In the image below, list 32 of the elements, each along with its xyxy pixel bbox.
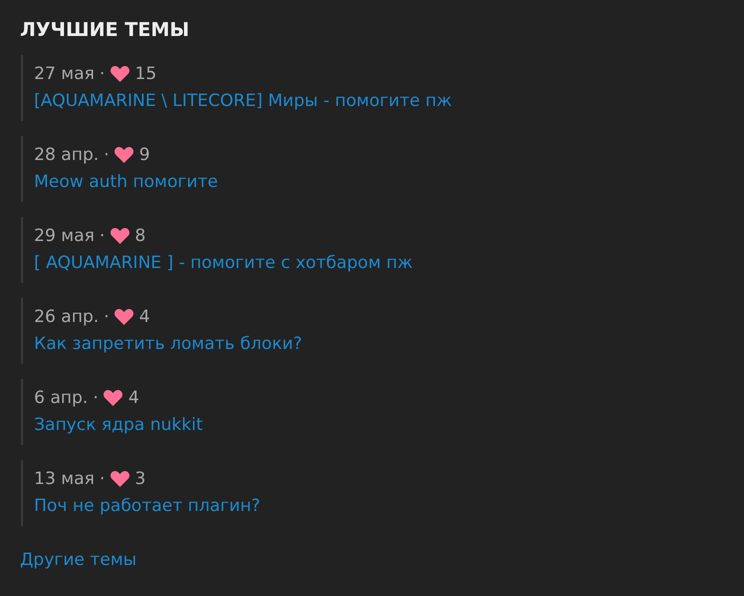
topic-link[interactable]: [AQUAMARINE \ LITECORE] Миры - помогите пж	[34, 87, 452, 115]
heart-icon	[110, 65, 130, 83]
section-title: ЛУЧШИЕ ТЕМЫ	[20, 18, 190, 43]
topic-date: 13 мая	[34, 468, 95, 491]
topic-date: 27 мая	[34, 63, 95, 86]
separator-dot: ·	[104, 306, 110, 329]
topic-link[interactable]: Meow auth помогите	[34, 168, 218, 196]
topic-link[interactable]: Как запретить ломать блоки?	[34, 330, 302, 358]
heart-icon	[103, 389, 124, 407]
heart-icon	[110, 227, 130, 245]
heart-icon	[114, 146, 134, 164]
topic-link[interactable]: [ AQUAMARINE ] - помогите с хотбаром пж	[34, 249, 413, 277]
like-count: 3	[134, 468, 146, 491]
heart-icon	[110, 470, 130, 488]
separator-dot: ·	[100, 63, 105, 86]
like-count: 15	[134, 63, 157, 86]
topic-date: 29 мая	[34, 225, 95, 248]
topic-date: 6 апр.	[34, 387, 88, 410]
like-count: 4	[139, 306, 150, 329]
topic-link[interactable]: Запуск ядра nukkit	[34, 411, 203, 439]
separator-dot: ·	[100, 225, 105, 248]
separator-dot: ·	[92, 387, 98, 410]
like-count: 9	[139, 144, 150, 167]
topic-date: 28 апр.	[34, 144, 99, 167]
topic-date: 26 апр.	[34, 306, 99, 329]
separator-dot: ·	[104, 144, 110, 167]
separator-dot: ·	[100, 468, 105, 491]
more-topics-link[interactable]: Другие темы	[20, 547, 137, 573]
heart-icon	[114, 308, 134, 326]
topic-link[interactable]: Поч не работает плагин?	[34, 492, 260, 520]
like-count: 8	[134, 225, 146, 248]
like-count: 4	[128, 387, 140, 410]
